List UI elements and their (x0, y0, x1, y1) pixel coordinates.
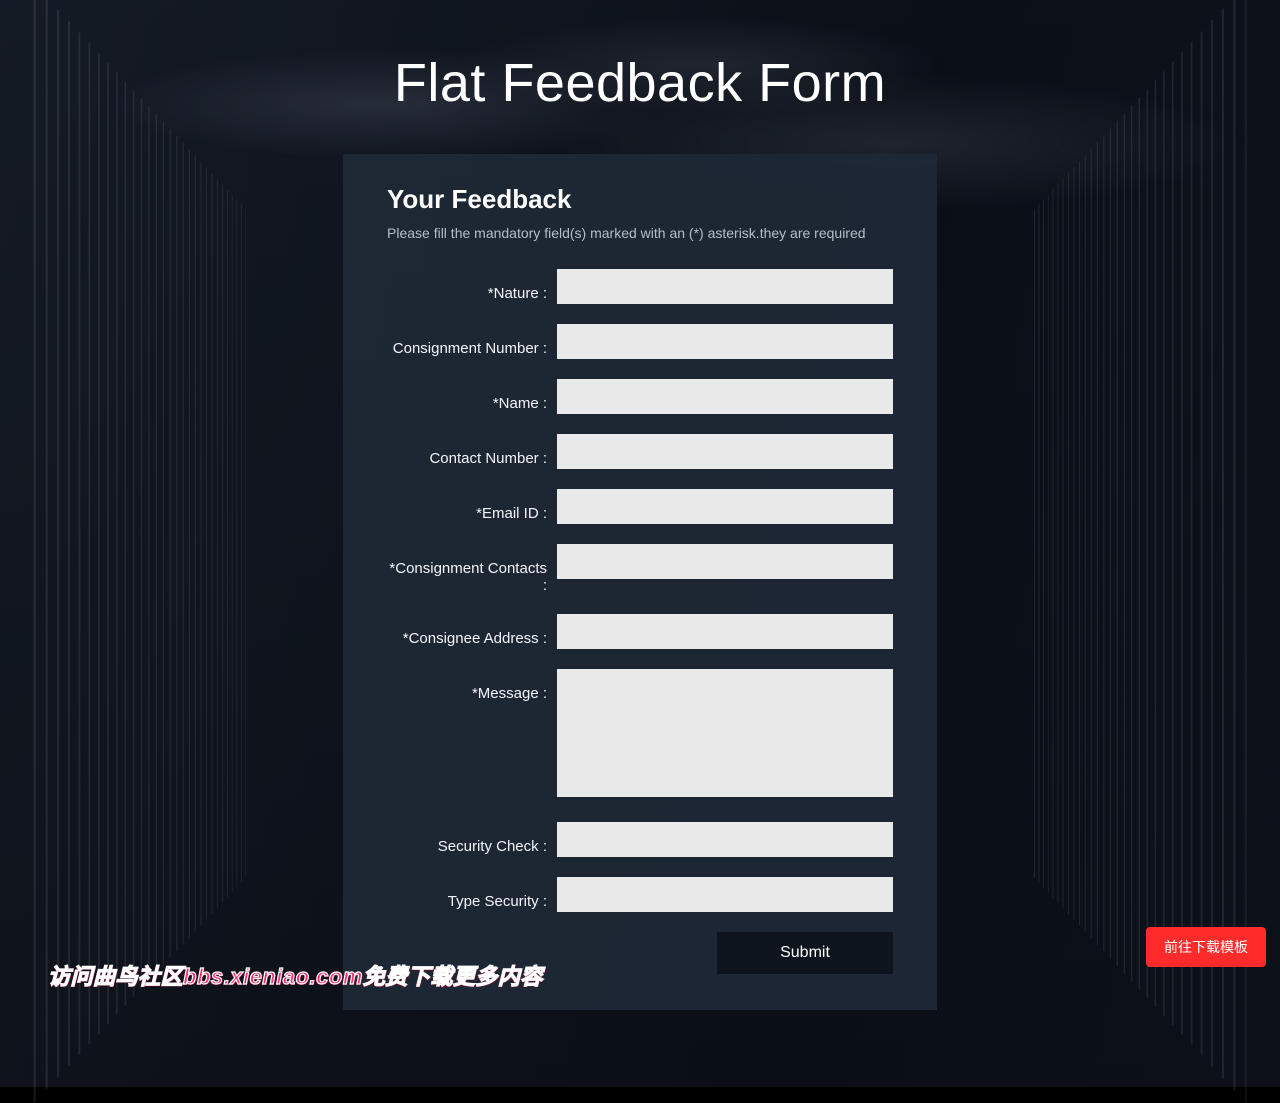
security-check-label: Security Check : (387, 822, 557, 855)
nature-input[interactable] (557, 269, 893, 304)
name-label: *Name : (387, 379, 557, 412)
consignment-contacts-label: *Consignment Contacts : (387, 544, 557, 594)
type-security-label: Type Security : (387, 877, 557, 910)
page-title: Flat Feedback Form (0, 0, 1280, 154)
contact-number-label: Contact Number : (387, 434, 557, 467)
download-template-button[interactable]: 前往下载模板 (1146, 927, 1266, 967)
security-check-input[interactable] (557, 822, 893, 857)
consignee-address-label: *Consignee Address : (387, 614, 557, 647)
message-input[interactable] (557, 669, 893, 797)
consignment-contacts-input[interactable] (557, 544, 893, 579)
type-security-input[interactable] (557, 877, 893, 912)
consignment-number-input[interactable] (557, 324, 893, 359)
consignee-address-input[interactable] (557, 614, 893, 649)
contact-number-input[interactable] (557, 434, 893, 469)
email-label: *Email ID : (387, 489, 557, 522)
nature-label: *Nature : (387, 269, 557, 302)
card-heading: Your Feedback (387, 184, 893, 215)
feedback-card: Your Feedback Please fill the mandatory … (343, 154, 937, 1010)
email-input[interactable] (557, 489, 893, 524)
name-input[interactable] (557, 379, 893, 414)
card-hint: Please fill the mandatory field(s) marke… (387, 225, 893, 241)
consignment-number-label: Consignment Number : (387, 324, 557, 357)
message-label: *Message : (387, 669, 557, 702)
submit-button[interactable]: Submit (717, 932, 893, 974)
